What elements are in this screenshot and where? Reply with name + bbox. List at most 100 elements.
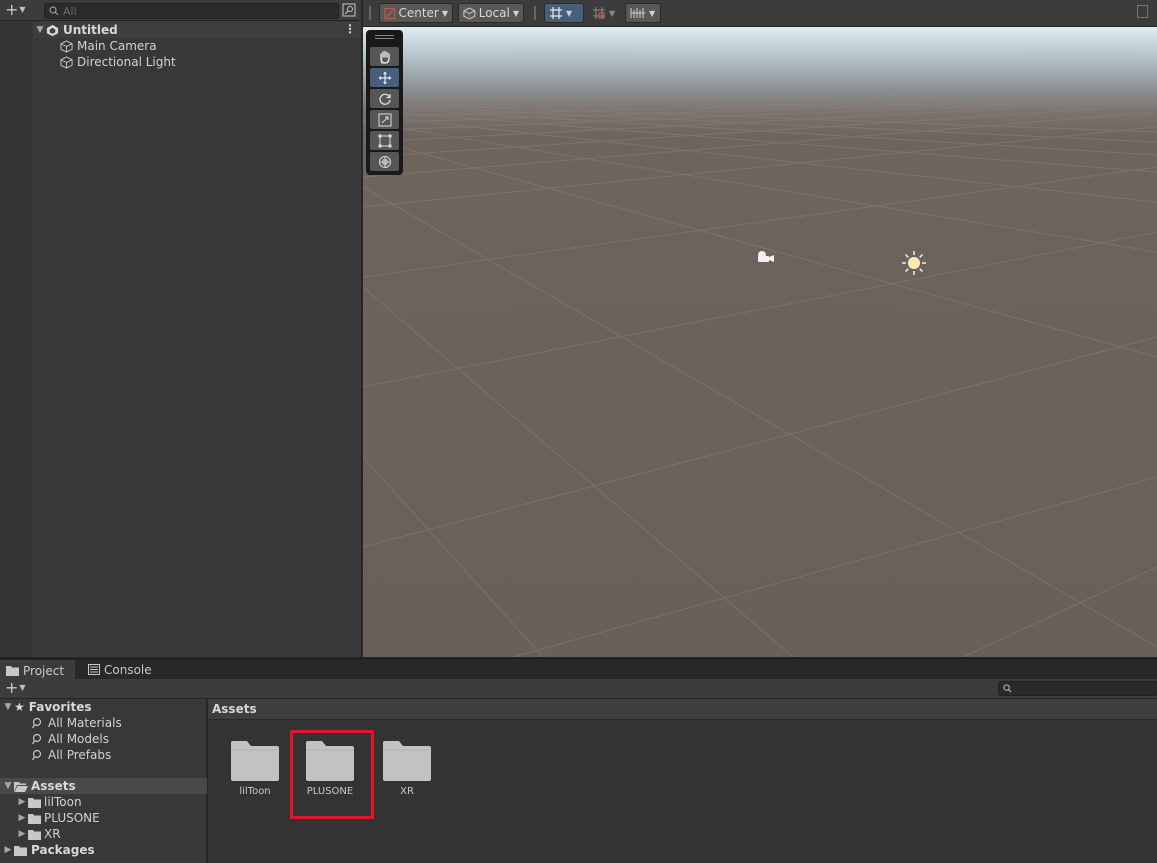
asset-folder-xr[interactable]: XR [370, 740, 444, 797]
plus-icon: + [5, 0, 19, 19]
folder-icon [28, 813, 41, 824]
more-options-icon[interactable]: ⋮ [344, 22, 356, 36]
increment-snap-icon [593, 7, 605, 19]
scene-toolbar: Center ▼ Local ▼ ▼ ▼ ▼ [363, 0, 1157, 27]
hierarchy-item-directional-light[interactable]: Directional Light [60, 54, 176, 70]
scene-view[interactable] [363, 27, 1157, 657]
move-arrows-icon [378, 71, 391, 84]
project-search-input[interactable] [998, 681, 1157, 696]
transform-tool-button[interactable] [370, 152, 399, 171]
rotate-tool-button[interactable] [370, 89, 399, 108]
folder-icon [28, 829, 41, 840]
create-button[interactable]: + ▼ [5, 2, 26, 18]
folder-icon [231, 741, 279, 781]
directional-light-gizmo-icon[interactable] [900, 249, 928, 277]
expand-triangle-icon[interactable]: ▼ [2, 781, 14, 791]
ruler-icon [630, 8, 645, 18]
expand-triangle-icon[interactable]: ▼ [2, 702, 14, 712]
tree-item-assets[interactable]: ▼ Assets [0, 778, 207, 794]
gameobject-cube-icon [60, 39, 73, 53]
search-icon [1003, 684, 1012, 693]
grid-snap-icon [550, 7, 562, 19]
folder-icon [14, 845, 27, 856]
pivot-center-icon [384, 7, 396, 19]
tree-item-packages[interactable]: ▶ Packages [2, 842, 95, 858]
chevron-down-icon: ▼ [566, 8, 573, 18]
folder-icon [28, 797, 41, 808]
search-scene-icon [342, 3, 356, 17]
annotation-highlight-box [290, 730, 374, 819]
grid-snapping-toggle[interactable]: ▼ [544, 3, 584, 23]
folder-icon [383, 741, 431, 781]
search-icon [49, 6, 59, 16]
tree-item-all-materials[interactable]: All Materials [32, 715, 122, 731]
chevron-down-icon: ▼ [512, 8, 519, 18]
rotate-icon [378, 93, 391, 105]
palette-grip-icon[interactable] [375, 35, 394, 39]
pivot-mode-dropdown[interactable]: Center ▼ [379, 3, 453, 23]
local-cube-icon [463, 7, 476, 19]
chevron-down-icon: ▼ [19, 683, 26, 692]
hierarchy-item-label: Main Camera [77, 39, 157, 53]
hand-tool-button[interactable] [370, 47, 399, 66]
expand-triangle-icon[interactable]: ▶ [16, 829, 28, 839]
search-icon [32, 717, 42, 729]
hierarchy-panel [0, 0, 361, 657]
rect-tool-button[interactable] [370, 131, 399, 150]
toolbar-grip-icon[interactable] [369, 6, 371, 20]
hand-icon [379, 50, 390, 64]
scene-name: Untitled [63, 23, 118, 37]
rect-transform-icon [378, 134, 391, 147]
transform-icon [378, 155, 391, 168]
open-folder-icon [14, 781, 28, 792]
tool-palette [366, 30, 403, 175]
tree-item-xr[interactable]: ▶ XR [16, 826, 61, 842]
move-tool-button[interactable] [370, 68, 399, 87]
breadcrumb: Assets [208, 699, 1157, 720]
tab-project[interactable]: Project [0, 660, 75, 679]
breadcrumb-assets[interactable]: Assets [212, 702, 257, 716]
tree-item-liltoon[interactable]: ▶ lilToon [16, 794, 82, 810]
scene-grid [363, 94, 1157, 657]
asset-folder-liltoon[interactable]: lilToon [218, 740, 292, 797]
hierarchy-item-main-camera[interactable]: Main Camera [60, 38, 157, 54]
hierarchy-toolbar: + ▼ All [0, 0, 361, 21]
hierarchy-search-input[interactable]: All [44, 3, 339, 19]
scene-row[interactable]: ▼ Untitled ⋮ [34, 22, 361, 38]
scene-visibility-toggle[interactable] [342, 3, 356, 17]
expand-triangle-icon[interactable]: ▼ [34, 25, 46, 35]
tree-item-all-prefabs[interactable]: All Prefabs [32, 747, 111, 763]
toolbar-grip-icon[interactable] [534, 6, 536, 20]
scene-view-options[interactable] [1137, 5, 1148, 18]
scale-icon [378, 113, 391, 126]
bottom-tab-bar [0, 658, 1157, 679]
tree-item-plusone[interactable]: ▶ PLUSONE [16, 810, 100, 826]
expand-triangle-icon[interactable]: ▶ [2, 845, 14, 855]
hierarchy-item-label: Directional Light [77, 55, 176, 69]
tree-item-all-models[interactable]: All Models [32, 731, 109, 747]
expand-triangle-icon[interactable]: ▶ [16, 797, 28, 807]
scale-tool-button[interactable] [370, 110, 399, 129]
chevron-down-icon: ▼ [19, 5, 26, 14]
search-icon [32, 749, 42, 761]
console-icon [88, 664, 100, 675]
chevron-down-icon: ▼ [609, 8, 616, 18]
expand-triangle-icon[interactable]: ▶ [16, 813, 28, 823]
project-toolbar: + ▼ [0, 679, 1157, 699]
unity-scene-icon [46, 24, 59, 36]
tab-console[interactable]: Console [82, 660, 158, 679]
plus-icon: + [5, 678, 19, 697]
folder-icon [6, 666, 19, 676]
star-icon: ★ [14, 700, 25, 714]
chevron-down-icon: ▼ [649, 8, 656, 18]
increment-snap-toggle[interactable]: ▼ [587, 3, 621, 23]
camera-gizmo-icon[interactable] [755, 250, 775, 264]
chevron-down-icon: ▼ [441, 8, 448, 18]
tree-item-favorites[interactable]: ▼ ★ Favorites [2, 699, 207, 715]
hierarchy-gutter [0, 21, 32, 657]
project-create-button[interactable]: + ▼ [5, 680, 26, 696]
gameobject-cube-icon [60, 55, 73, 69]
search-icon [32, 733, 42, 745]
pivot-rotation-dropdown[interactable]: Local ▼ [458, 3, 524, 23]
gizmo-tools-dropdown[interactable]: ▼ [625, 3, 661, 23]
